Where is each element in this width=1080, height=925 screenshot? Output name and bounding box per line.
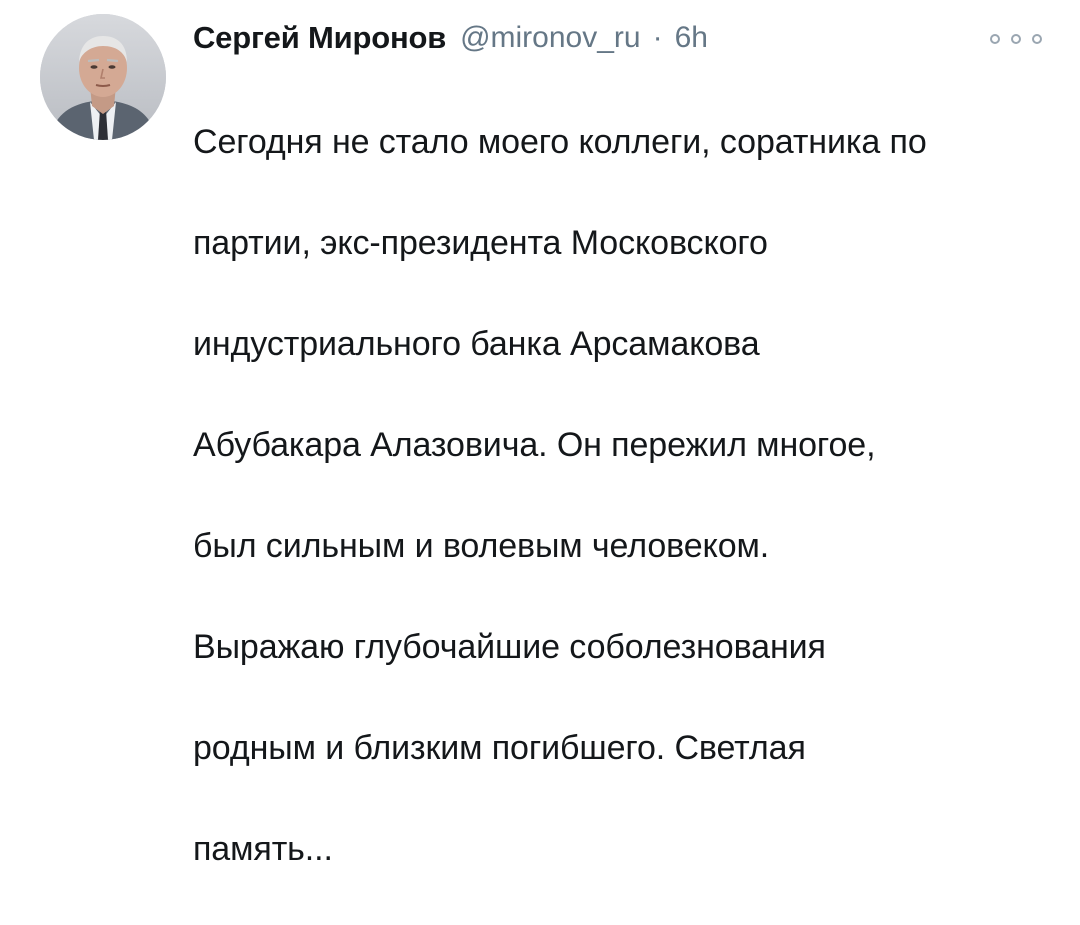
tweet-header: Сергей Миронов @mironov_ru · 6h xyxy=(193,18,708,58)
tweet-text-line: память... xyxy=(193,829,333,868)
author-name[interactable]: Сергей Миронов xyxy=(193,20,446,56)
avatar-photo-icon xyxy=(40,14,166,140)
tweet-text-line: индустриального банка Арсамакова xyxy=(193,324,760,363)
tweet-text-line: Абубакара Алазовича. Он пережил многое, xyxy=(193,425,876,464)
more-dot-3 xyxy=(1032,34,1042,44)
avatar[interactable] xyxy=(40,14,166,140)
header-separator: · xyxy=(652,21,663,54)
tweet-timestamp[interactable]: 6h xyxy=(675,21,708,55)
tweet-text-line: родным и близким погибшего. Светлая xyxy=(193,728,806,767)
tweet-text-line: партии, экс-президента Московского xyxy=(193,223,768,262)
tweet-text-line: был сильным и волевым человеком. xyxy=(193,526,770,565)
tweet-text: Сегодня не стало моего коллеги, соратник… xyxy=(193,66,1063,925)
more-dot-2 xyxy=(1011,34,1021,44)
tweet-text-line: Выражаю глубочайшие соболезнования xyxy=(193,627,826,666)
more-options-icon[interactable] xyxy=(990,30,1042,48)
author-handle[interactable]: @mironov_ru xyxy=(460,21,641,55)
tweet-text-line: Сегодня не стало моего коллеги, соратник… xyxy=(193,122,927,161)
more-dot-1 xyxy=(990,34,1000,44)
tweet-card: Сергей Миронов @mironov_ru · 6h Сегодня … xyxy=(0,0,1080,868)
